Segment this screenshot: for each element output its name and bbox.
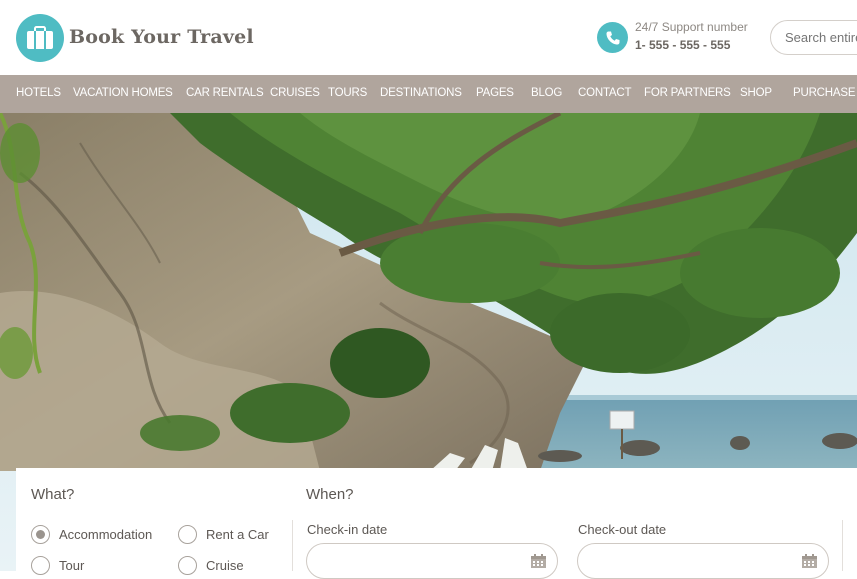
main-nav: HOTELS VACATION HOMES CAR RENTALS CRUISE… [0, 75, 857, 113]
when-label: When? [306, 486, 354, 503]
radio-tour[interactable]: Tour [31, 556, 84, 575]
form-divider [292, 520, 293, 571]
radio-label: Rent a Car [206, 527, 269, 542]
nav-item-purchase-theme[interactable]: PURCHASE THEME [793, 87, 857, 99]
nav-item-contact[interactable]: CONTACT [578, 87, 632, 99]
radio-selected-dot [36, 530, 45, 539]
nav-item-hotels[interactable]: HOTELS [16, 87, 61, 99]
what-label: What? [31, 486, 75, 503]
nav-item-car-rentals[interactable]: CAR RENTALS [186, 87, 264, 99]
nav-item-destinations[interactable]: DESTINATIONS [380, 87, 462, 99]
checkin-date-input[interactable] [306, 543, 558, 579]
support-badge [597, 22, 628, 53]
logo-badge[interactable] [16, 14, 64, 62]
nav-item-pages[interactable]: PAGES [476, 87, 514, 99]
nav-item-blog[interactable]: BLOG [531, 87, 562, 99]
radio-label: Accommodation [59, 527, 153, 542]
site-header: Book Your Travel 24/7 Support number 1- … [0, 0, 857, 75]
support-label: 24/7 Support number [635, 20, 748, 34]
checkin-label: Check-in date [307, 522, 388, 537]
radio-circle[interactable] [178, 556, 197, 575]
nav-item-for-partners[interactable]: FOR PARTNERS [644, 87, 731, 99]
checkout-date-input[interactable] [577, 543, 829, 579]
radio-cruise[interactable]: Cruise [178, 556, 244, 575]
calendar-icon[interactable] [530, 553, 547, 569]
radio-circle[interactable] [31, 556, 50, 575]
radio-circle[interactable] [178, 525, 197, 544]
radio-accommodation[interactable]: Accommodation [31, 525, 152, 544]
suitcase-icon [27, 26, 53, 49]
search-form: What? When? Accommodation Rent a Car Tou… [16, 468, 857, 579]
phone-icon [606, 31, 619, 44]
nav-item-shop[interactable]: SHOP [740, 87, 772, 99]
support-number: 1- 555 - 555 - 555 [635, 38, 731, 52]
checkout-label: Check-out date [578, 522, 667, 537]
nav-item-tours[interactable]: TOURS [328, 87, 367, 99]
nav-item-cruises[interactable]: CRUISES [270, 87, 320, 99]
radio-rent-a-car[interactable]: Rent a Car [178, 525, 269, 544]
form-divider-right [842, 520, 843, 571]
brand-name[interactable]: Book Your Travel [69, 26, 254, 48]
search-input[interactable] [770, 20, 857, 55]
calendar-icon[interactable] [801, 553, 818, 569]
radio-circle[interactable] [31, 525, 50, 544]
nav-item-vacation-homes[interactable]: VACATION HOMES [73, 87, 173, 99]
